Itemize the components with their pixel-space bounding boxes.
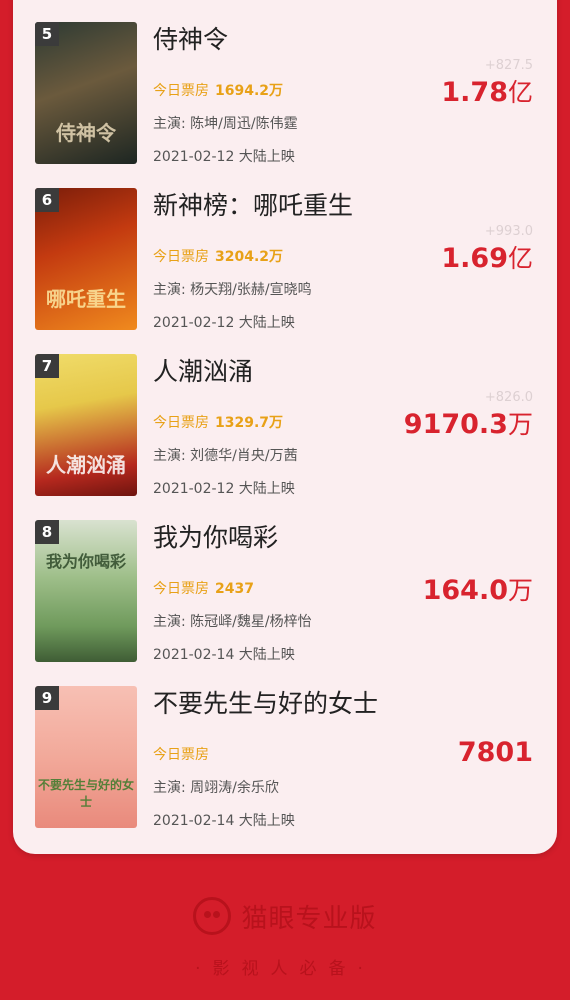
movie-row-5[interactable]: 5 侍神令 侍神令 今日票房 1694.2万 主演: 陈坤/周迅/陈伟霆 2021…: [13, 0, 557, 166]
poster-title: 我为你喝彩: [45, 552, 126, 571]
previous-total: +826.0: [484, 390, 533, 405]
movie-row-8[interactable]: 8 我为你喝彩 我为你喝彩 今日票房 2437 主演: 陈冠峄/魏星/杨梓怡 20…: [13, 498, 557, 664]
movie-poster[interactable]: 7 人潮汹涌: [35, 354, 137, 496]
previous-total: +993.0: [484, 224, 533, 239]
movie-poster[interactable]: 6 哪吒重生: [35, 188, 137, 330]
poster-title: 不要先生与好的女士: [37, 778, 134, 809]
cast-list: 主演: 刘德华/肖央/万茜: [153, 448, 298, 464]
release-date: 2021-02-14 大陆上映: [153, 813, 295, 829]
today-box-office: 今日票房 1694.2万: [153, 83, 284, 99]
footer-logo: 猫眼专业版: [0, 897, 570, 935]
cast-list: 主演: 杨天翔/张赫/宣晓鸣: [153, 282, 312, 298]
poster-title: 哪吒重生: [46, 287, 126, 311]
today-box-office: 今日票房 3204.2万: [153, 249, 284, 265]
total-box-office: 7801: [457, 737, 533, 768]
movie-title[interactable]: 人潮汹涌: [153, 352, 253, 388]
poster-title: 人潮汹涌: [46, 453, 126, 477]
movie-title[interactable]: 不要先生与好的女士: [153, 684, 378, 720]
box-office-card: 5 侍神令 侍神令 今日票房 1694.2万 主演: 陈坤/周迅/陈伟霆 2021…: [13, 0, 557, 854]
cat-eye-logo-icon: [193, 897, 232, 935]
movie-title[interactable]: 侍神令: [153, 20, 228, 56]
release-date: 2021-02-12 大陆上映: [153, 315, 295, 331]
movie-row-7[interactable]: 7 人潮汹涌 人潮汹涌 今日票房 1329.7万 主演: 刘德华/肖央/万茜 20…: [13, 332, 557, 498]
cast-list: 主演: 周翊涛/余乐欣: [153, 780, 279, 796]
today-box-office: 今日票房 1329.7万: [153, 415, 284, 431]
movie-row-9[interactable]: 9 不要先生与好的女士 不要先生与好的女士 今日票房 主演: 周翊涛/余乐欣 2…: [13, 664, 557, 830]
rank-badge: 6: [35, 188, 59, 212]
total-box-office: 9170.3万: [403, 409, 533, 440]
rank-badge: 7: [35, 354, 59, 378]
previous-total: +827.5: [484, 58, 533, 73]
movie-poster[interactable]: 8 我为你喝彩: [35, 520, 137, 662]
cast-list: 主演: 陈坤/周迅/陈伟霆: [153, 116, 298, 132]
rank-badge: 8: [35, 520, 59, 544]
cast-list: 主演: 陈冠峄/魏星/杨梓怡: [153, 614, 312, 630]
today-box-office: 今日票房: [153, 747, 209, 763]
total-box-office: 1.69亿: [441, 243, 533, 274]
release-date: 2021-02-12 大陆上映: [153, 481, 295, 497]
movie-poster[interactable]: 9 不要先生与好的女士: [35, 686, 137, 828]
movie-row-6[interactable]: 6 哪吒重生 新神榜：哪吒重生 今日票房 3204.2万 主演: 杨天翔/张赫/宣…: [13, 166, 557, 332]
rank-badge: 9: [35, 686, 59, 710]
poster-title: 侍神令: [56, 121, 116, 145]
slogan: ·影视人必备·: [195, 959, 375, 979]
brand-name: 猫眼专业版: [241, 903, 377, 934]
today-box-office: 今日票房 2437: [153, 581, 254, 597]
movie-title[interactable]: 我为你喝彩: [153, 518, 278, 554]
total-box-office: 164.0万: [422, 575, 533, 606]
rank-badge: 5: [35, 22, 59, 46]
release-date: 2021-02-12 大陆上映: [153, 149, 295, 165]
movie-poster[interactable]: 5 侍神令: [35, 22, 137, 164]
release-date: 2021-02-14 大陆上映: [153, 647, 295, 663]
movie-title[interactable]: 新神榜：哪吒重生: [153, 186, 353, 222]
total-box-office: 1.78亿: [441, 77, 533, 108]
